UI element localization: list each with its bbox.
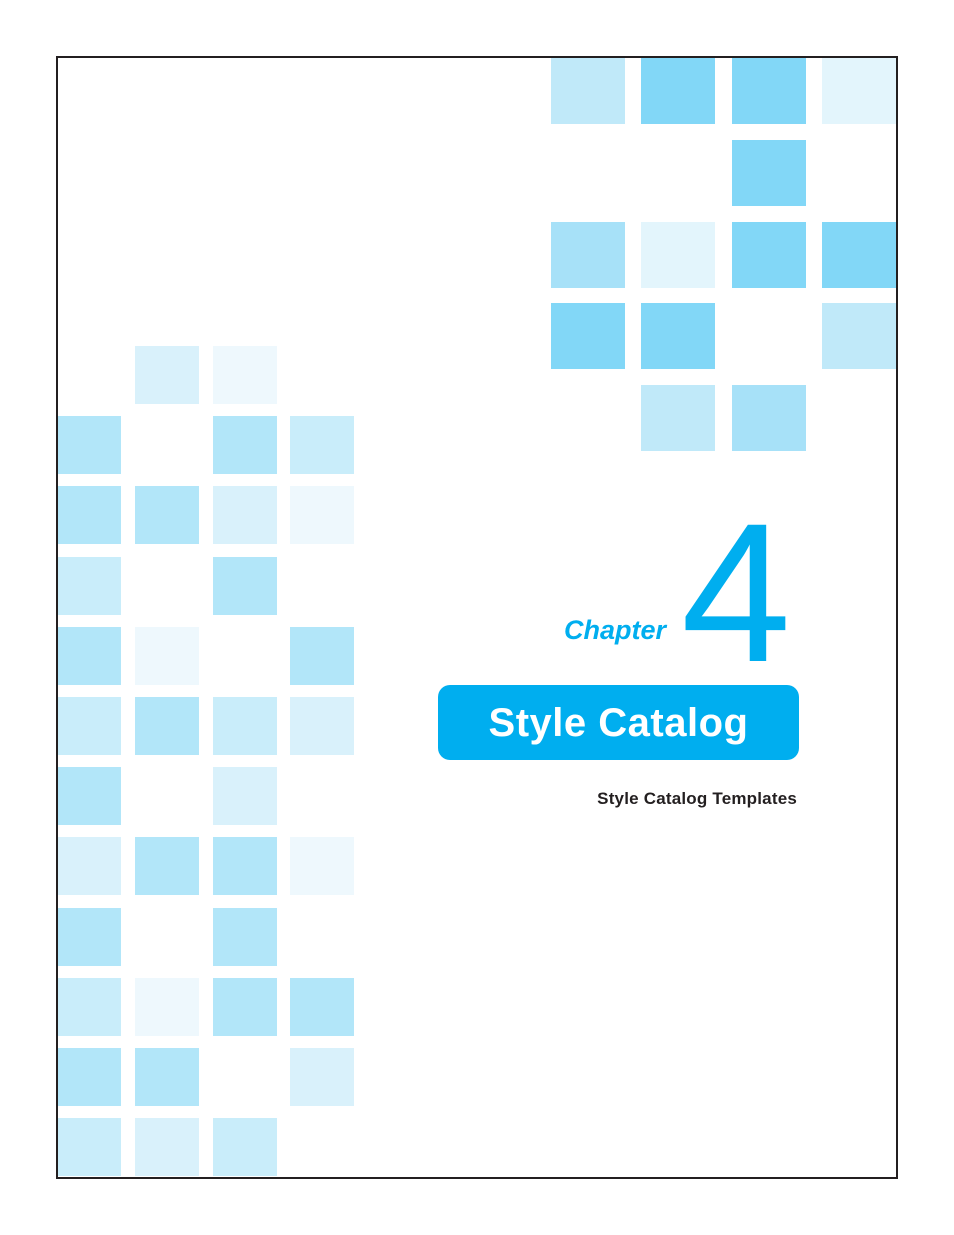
decorative-tile [213, 697, 277, 755]
decorative-tile [213, 486, 277, 544]
decorative-tile [135, 627, 199, 685]
chapter-title: Style Catalog [488, 700, 749, 745]
decorative-tile [822, 58, 896, 124]
decorative-tile [641, 58, 715, 124]
decorative-tile [290, 1048, 354, 1106]
decorative-tile [641, 303, 715, 369]
decorative-tile [135, 346, 199, 404]
decorative-tile [290, 697, 354, 755]
decorative-tile [135, 978, 199, 1036]
decorative-tile [641, 222, 715, 288]
decorative-tile [732, 222, 806, 288]
decorative-tile [135, 837, 199, 895]
decorative-tile [213, 837, 277, 895]
decorative-tile [290, 837, 354, 895]
decorative-tile [135, 1118, 199, 1176]
decorative-tile [58, 978, 121, 1036]
decorative-tile [58, 627, 121, 685]
chapter-number: 4 [681, 482, 791, 703]
decorative-tile [213, 1118, 277, 1176]
decorative-tile [213, 978, 277, 1036]
decorative-tile [135, 1048, 199, 1106]
decorative-tile [58, 837, 121, 895]
decorative-tile [58, 1118, 121, 1176]
chapter-title-badge: Style Catalog [438, 685, 799, 760]
decorative-tile [58, 697, 121, 755]
decorative-tile [58, 1048, 121, 1106]
chapter-label: Chapter [564, 615, 667, 645]
decorative-tile [213, 416, 277, 474]
decorative-tile [822, 303, 896, 369]
decorative-tile [58, 557, 121, 615]
decorative-tile [290, 486, 354, 544]
decorative-tile [551, 303, 625, 369]
decorative-tile [58, 767, 121, 825]
decorative-tile [135, 697, 199, 755]
decorative-tile [135, 486, 199, 544]
decorative-tile [213, 557, 277, 615]
decorative-tile [822, 222, 896, 288]
decorative-tile [732, 58, 806, 124]
decorative-tile [58, 416, 121, 474]
decorative-tile [732, 140, 806, 206]
decorative-tile [732, 385, 806, 451]
decorative-tile [290, 416, 354, 474]
decorative-tile [551, 222, 625, 288]
decorative-tile [213, 346, 277, 404]
decorative-tile [58, 486, 121, 544]
decorative-tile [213, 908, 277, 966]
decorative-tile [213, 767, 277, 825]
decorative-tile [641, 385, 715, 451]
decorative-tile [551, 58, 625, 124]
chapter-subtitle: Style Catalog Templates [597, 789, 797, 808]
decorative-tile [58, 908, 121, 966]
decorative-tile [290, 627, 354, 685]
decorative-tile [290, 978, 354, 1036]
